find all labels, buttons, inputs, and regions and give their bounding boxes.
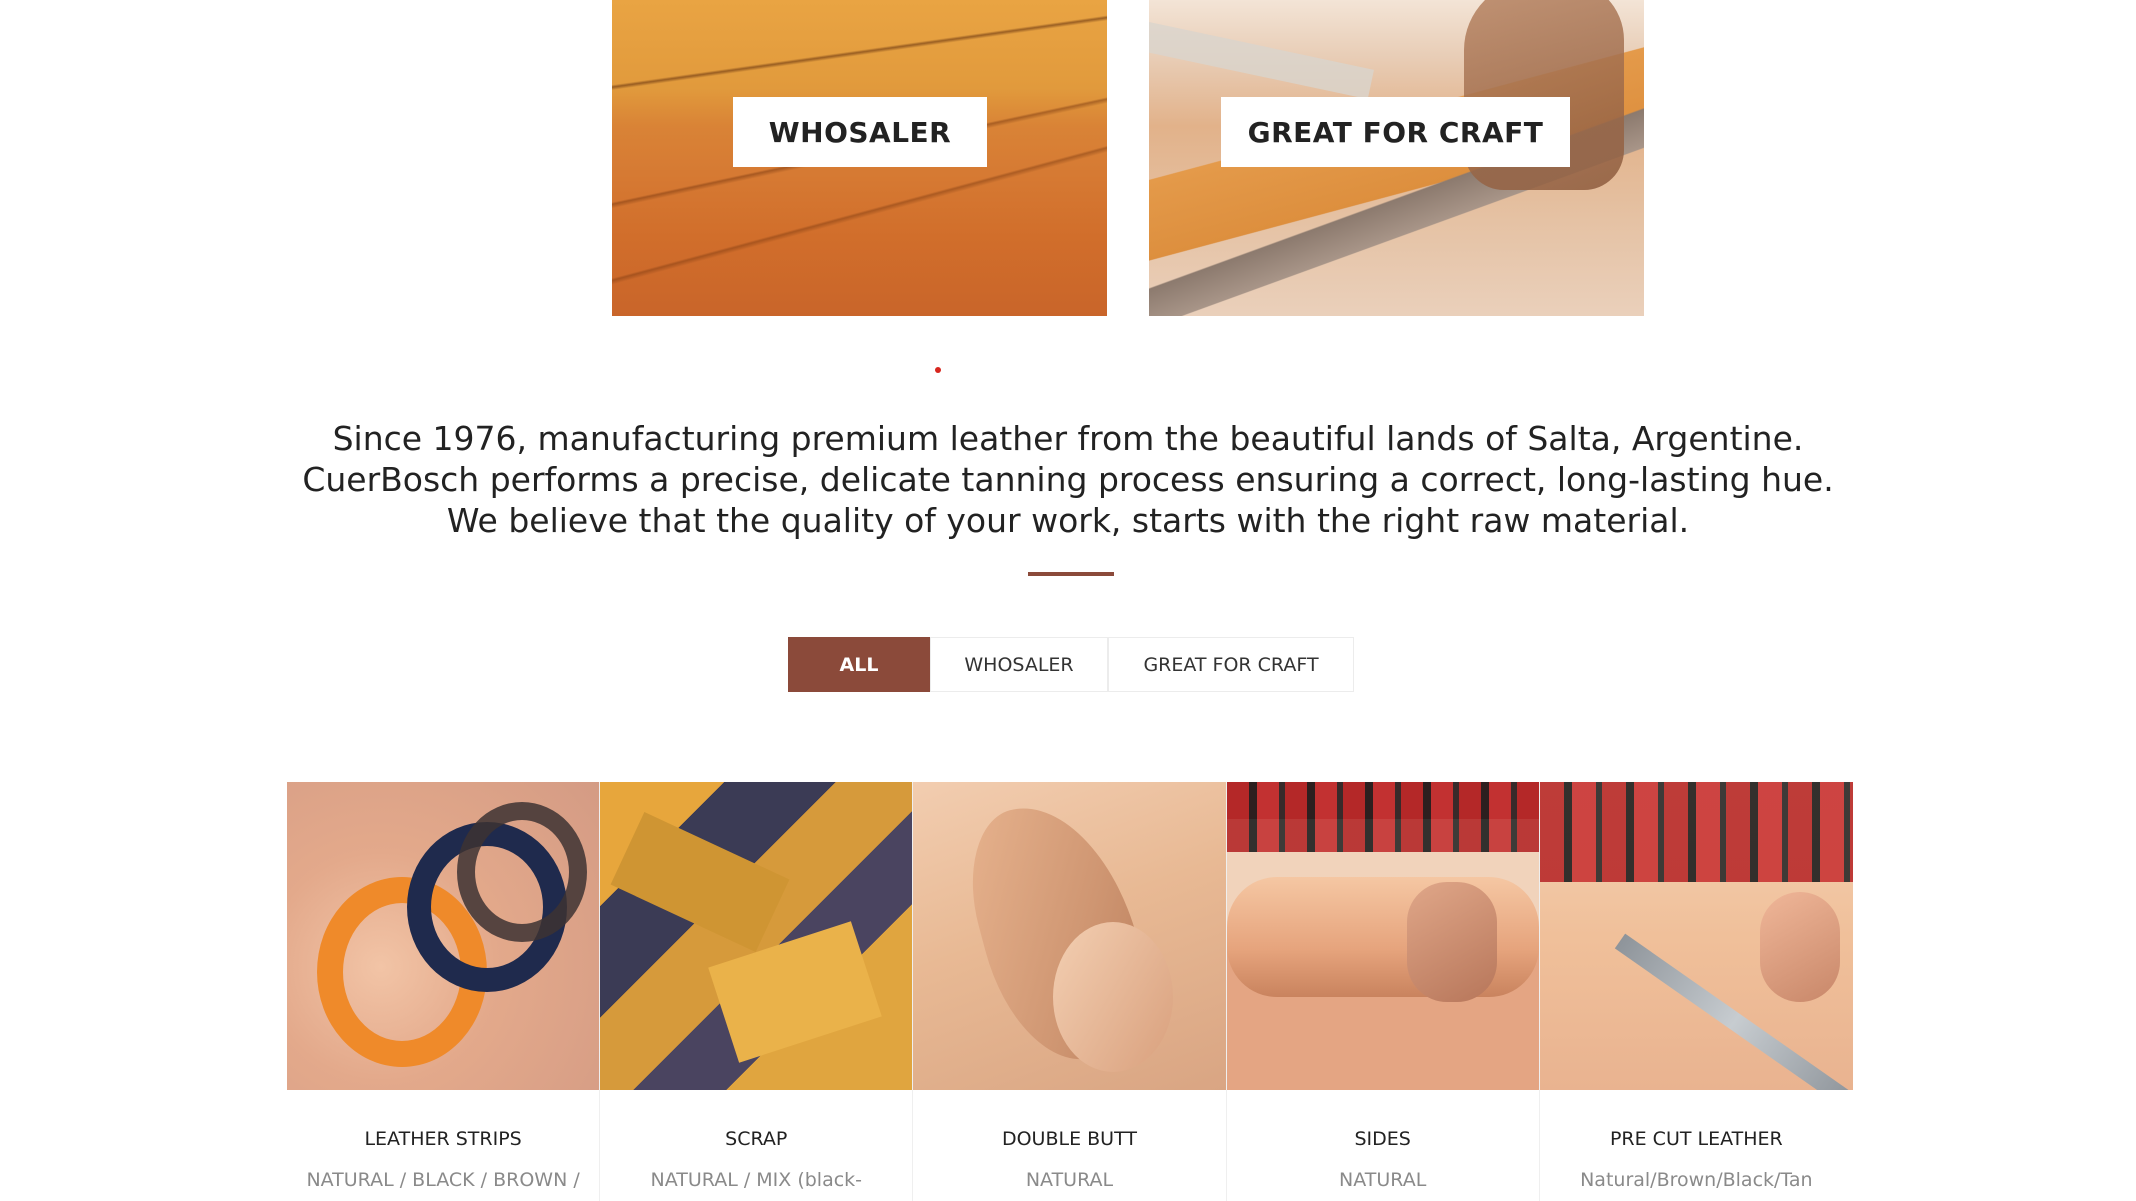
product-name[interactable]: SIDES: [1227, 1128, 1539, 1150]
product-card-double-butt[interactable]: DOUBLE BUTT NATURAL: [913, 782, 1227, 1201]
product-variant: NATURAL / MIX (black-: [650, 1169, 863, 1191]
product-image[interactable]: [287, 782, 600, 1090]
banner-whosaler[interactable]: WHOSALER: [612, 0, 1107, 316]
product-card-sides[interactable]: SIDES NATURAL: [1226, 782, 1540, 1201]
product-name[interactable]: LEATHER STRIPS: [287, 1128, 599, 1150]
banner-whosaler-label[interactable]: WHOSALER: [733, 97, 987, 167]
filter-all[interactable]: ALL: [788, 637, 930, 692]
filter-whosaler[interactable]: WHOSALER: [930, 637, 1108, 692]
product-variant: NATURAL / BLACK / BROWN /: [306, 1169, 580, 1191]
category-filter: ALL WHOSALER GREAT FOR CRAFT: [788, 637, 1354, 692]
banner-great-for-craft[interactable]: GREAT FOR CRAFT: [1149, 0, 1644, 316]
intro-text: Since 1976, manufacturing premium leathe…: [302, 419, 1834, 540]
product-image[interactable]: [913, 782, 1226, 1090]
product-variant: NATURAL: [1339, 1169, 1427, 1191]
section-divider: [1028, 572, 1114, 576]
product-image[interactable]: [1226, 782, 1539, 1090]
product-grid: LEATHER STRIPS NATURAL / BLACK / BROWN /…: [287, 782, 1853, 1201]
filter-great-for-craft[interactable]: GREAT FOR CRAFT: [1108, 637, 1354, 692]
product-card-pre-cut-leather[interactable]: PRE CUT LEATHER Natural/Brown/Black/Tan: [1539, 782, 1853, 1201]
product-name[interactable]: DOUBLE BUTT: [913, 1128, 1225, 1150]
product-card-scrap[interactable]: SCRAP NATURAL / MIX (black-: [600, 782, 914, 1201]
product-image[interactable]: [1539, 782, 1853, 1090]
product-image[interactable]: [600, 782, 913, 1090]
product-name[interactable]: PRE CUT LEATHER: [1540, 1128, 1853, 1150]
product-variant: Natural/Brown/Black/Tan: [1580, 1169, 1813, 1191]
slider-dot[interactable]: [935, 367, 941, 373]
banner-great-for-craft-label[interactable]: GREAT FOR CRAFT: [1221, 97, 1570, 167]
product-variant: NATURAL: [1025, 1169, 1114, 1191]
product-card-leather-strips[interactable]: LEATHER STRIPS NATURAL / BLACK / BROWN /: [287, 782, 601, 1201]
product-name[interactable]: SCRAP: [600, 1128, 912, 1150]
